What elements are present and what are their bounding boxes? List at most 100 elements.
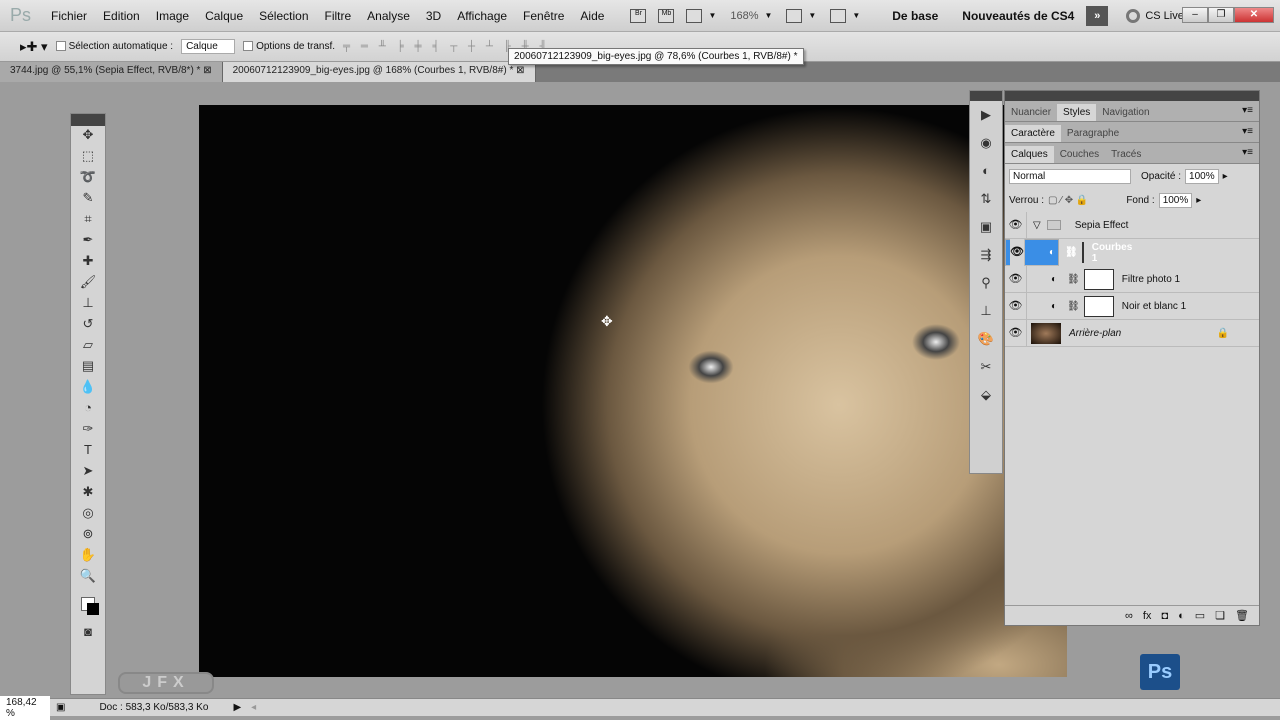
layer-courbes-1[interactable]: 👁 ◐ ⛓ Courbes 1 [1005, 239, 1132, 266]
menu-aide[interactable]: Aide [572, 9, 612, 23]
3d-orbit-icon[interactable]: ⊚ [77, 526, 99, 546]
marquee-tool-icon[interactable]: ⬚ [77, 148, 99, 168]
hand-tool-icon[interactable]: ✋ [77, 547, 99, 567]
actions-icon[interactable]: ▶ [975, 107, 997, 129]
tab-navigation[interactable]: Navigation [1096, 104, 1155, 121]
panel-menu-icon[interactable]: ▾≡ [1242, 105, 1253, 116]
zoom-level-select[interactable]: 168% [716, 10, 764, 22]
auto-select-checkbox[interactable] [55, 41, 66, 52]
visibility-eye-icon[interactable]: 👁 [1005, 265, 1027, 293]
document-canvas[interactable] [199, 105, 1067, 677]
add-mask-icon[interactable]: ◘ [1161, 610, 1168, 622]
screen-mode-icon[interactable] [830, 8, 847, 23]
opacity-input[interactable]: 100% [1185, 168, 1219, 184]
move-tool-icon[interactable]: ▸✚ ▾ [20, 39, 48, 55]
view-extras-icon[interactable] [686, 8, 703, 23]
minibridge-button[interactable]: Mb [658, 8, 675, 23]
new-group-icon[interactable]: ▭ [1195, 609, 1205, 622]
scroll-left-arrow[interactable]: ◂ [251, 702, 256, 713]
expand-triangle-icon[interactable]: ▽ [1033, 220, 1041, 231]
fill-slider-button[interactable]: ▸ [1196, 195, 1201, 206]
masks-icon[interactable]: ✂ [975, 359, 997, 381]
crop-tool-icon[interactable]: ⌗ [77, 211, 99, 231]
tab-document-2[interactable]: 20060712123909_big-eyes.jpg @ 168% (Cour… [222, 62, 536, 82]
3d-rotate-icon[interactable]: ◎ [77, 505, 99, 525]
tab-document-1[interactable]: 3744.jpg @ 55,1% (Sepia Effect, RVB/8*) … [0, 62, 223, 82]
clone-stamp-icon[interactable]: ⊥ [77, 295, 99, 315]
layer-group-sepia[interactable]: 👁 ▽ Sepia Effect [1005, 211, 1259, 239]
gradient-tool-icon[interactable]: ▤ [77, 358, 99, 378]
auto-select-dropdown[interactable]: Calque [181, 39, 236, 54]
fill-input[interactable]: 100% [1158, 192, 1193, 208]
color-icon[interactable]: 🎨 [975, 331, 997, 353]
fx-icon[interactable]: fx [1143, 610, 1152, 622]
close-tab-icon[interactable]: ⊠ [203, 65, 211, 76]
dodge-tool-icon[interactable]: ◔ [77, 400, 99, 420]
tab-couches[interactable]: Couches [1054, 146, 1105, 163]
transform-controls-checkbox[interactable] [243, 41, 254, 52]
shape-tool-icon[interactable]: ✱ [77, 484, 99, 504]
path-selection-icon[interactable]: ➤ [77, 463, 99, 483]
pen-tool-icon[interactable]: ✑ [77, 421, 99, 441]
tab-nuancier[interactable]: Nuancier [1005, 104, 1057, 121]
eraser-icon[interactable]: ▱ [77, 337, 99, 357]
layer-filtre-photo-1[interactable]: 👁 ◐ ⛓ Filtre photo 1 [1005, 265, 1259, 293]
zoom-input[interactable]: 168,42 % [0, 695, 50, 720]
adjustments-icon[interactable]: ◐ [975, 163, 997, 185]
quick-mask-icon[interactable]: ◙ [77, 624, 99, 644]
type-tool-icon[interactable]: T [77, 442, 99, 462]
move-tool-icon[interactable]: ✥ [77, 127, 99, 147]
layer-mask-thumbnail[interactable] [1081, 242, 1084, 263]
visibility-eye-icon[interactable]: 👁 [1005, 292, 1027, 320]
minimize-button[interactable]: – [1182, 7, 1208, 23]
close-button[interactable]: ✕ [1234, 7, 1274, 23]
3d-icon[interactable]: ⬙ [975, 387, 997, 409]
restore-button[interactable]: ❐ [1208, 7, 1234, 23]
lasso-tool-icon[interactable]: ➰ [77, 169, 99, 189]
menu-edition[interactable]: Edition [95, 9, 148, 23]
tab-caractere[interactable]: Caractère [1005, 125, 1061, 142]
history-icon[interactable]: ◉ [975, 135, 997, 157]
quick-selection-icon[interactable]: ✎ [77, 190, 99, 210]
menu-calque[interactable]: Calque [197, 9, 251, 23]
opacity-slider-button[interactable]: ▸ [1223, 171, 1228, 182]
tab-calques[interactable]: Calques [1005, 146, 1054, 163]
layer-noir-et-blanc-1[interactable]: 👁 ◐ ⛓ Noir et blanc 1 [1005, 292, 1259, 320]
menu-3d[interactable]: 3D [418, 9, 449, 23]
arrange-documents-icon[interactable] [786, 8, 803, 23]
stamp-icon[interactable]: ⊥ [975, 303, 997, 325]
panel-menu-icon[interactable]: ▾≡ [1242, 126, 1253, 137]
status-menu-arrow[interactable]: ▶ [233, 702, 241, 713]
tool-presets-icon[interactable]: ⚲ [975, 275, 997, 297]
panel-menu-icon[interactable]: ▾≡ [1242, 147, 1253, 158]
eyedropper-icon[interactable]: ✒ [77, 232, 99, 252]
visibility-eye-icon[interactable]: 👁 [1005, 319, 1027, 347]
layer-mask-thumbnail[interactable] [1083, 268, 1114, 290]
cs-live-menu[interactable]: CS Live [1140, 10, 1184, 22]
menu-analyse[interactable]: Analyse [359, 9, 418, 23]
more-workspaces-button[interactable]: » [1086, 5, 1109, 26]
blur-tool-icon[interactable]: 💧 [77, 379, 99, 399]
history-brush-icon[interactable]: ↺ [77, 316, 99, 336]
delete-layer-icon[interactable]: 🗑 [1235, 609, 1249, 622]
new-layer-icon[interactable]: ❏ [1215, 609, 1225, 622]
healing-brush-icon[interactable]: ✚ [77, 253, 99, 273]
visibility-eye-icon[interactable]: 👁 [1010, 239, 1025, 266]
menu-fichier[interactable]: Fichier [43, 9, 95, 23]
status-info-icon[interactable]: ▣ [56, 702, 65, 713]
tab-styles[interactable]: Styles [1057, 104, 1097, 121]
tab-paragraphe[interactable]: Paragraphe [1061, 125, 1125, 142]
blend-mode-select[interactable]: Normal [1009, 168, 1131, 184]
info-icon[interactable]: ▣ [975, 219, 997, 241]
link-layers-icon[interactable]: ∞ [1125, 610, 1133, 622]
menu-affichage[interactable]: Affichage [449, 9, 515, 23]
new-adjustment-icon[interactable]: ◐ [1178, 610, 1185, 622]
lock-icons[interactable]: ▢ ⁄ ✥ 🔒 [1048, 195, 1088, 206]
zoom-tool-icon[interactable]: 🔍 [77, 568, 99, 588]
brushes-icon[interactable]: ⇶ [975, 247, 997, 269]
menu-filtre[interactable]: Filtre [317, 9, 360, 23]
color-swatches-icon[interactable] [77, 589, 99, 623]
close-tab-icon[interactable]: ⊠ [516, 65, 524, 76]
visibility-eye-icon[interactable]: 👁 [1005, 211, 1027, 239]
menu-selection[interactable]: Sélection [251, 9, 316, 23]
